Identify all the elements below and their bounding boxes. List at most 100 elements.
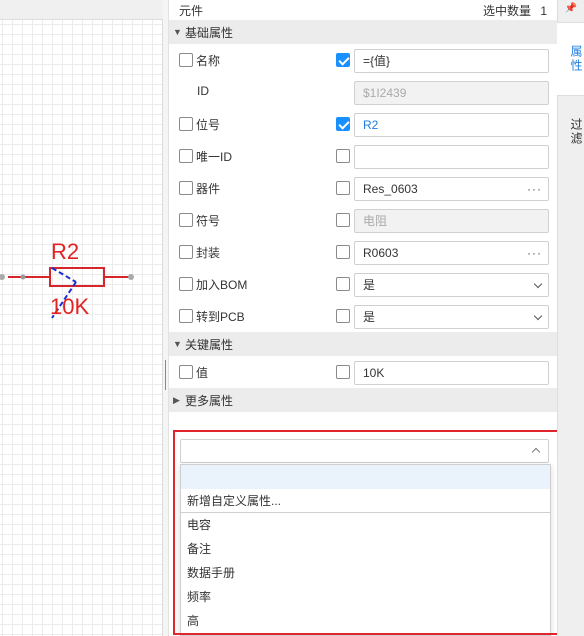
property-input[interactable]: R0603 ··· xyxy=(354,241,549,265)
property-input: $1I2439 xyxy=(354,81,549,105)
component-ref-label: R2 xyxy=(51,239,79,264)
resistor-body xyxy=(49,267,105,287)
selection-count-label: 选中数量 xyxy=(482,3,531,18)
show-value-checkbox[interactable] xyxy=(336,277,350,291)
property-value: 是 xyxy=(363,278,376,292)
tab-properties[interactable]: 属性 xyxy=(557,22,584,96)
show-name-checkbox[interactable] xyxy=(179,53,193,67)
basic-properties: 名称 ={值} ID $1I2439 位号 R2 唯一ID 器件 Res_0603 ··· 符号 电阻… xyxy=(169,44,557,332)
property-row: 转到PCB 是 xyxy=(169,300,557,332)
property-input[interactable]: 10K xyxy=(354,361,549,385)
dropdown-option[interactable]: 电容 xyxy=(181,513,550,537)
property-panel: 元件 选中数量 1 ▼ 基础属性 名称 ={值} ID $1I2439 位号 R2 唯一ID… xyxy=(169,0,557,636)
selection-count: 选中数量 1 xyxy=(477,2,547,19)
property-label: 加入BOM xyxy=(196,278,248,292)
expand-icon[interactable]: ▶ xyxy=(173,395,185,406)
property-input[interactable] xyxy=(354,145,549,169)
property-input[interactable]: R2 xyxy=(354,113,549,137)
key-properties: 值 10K xyxy=(169,356,557,388)
section-key-title: 关键属性 xyxy=(185,337,234,352)
component-value-label: 10K xyxy=(50,294,89,319)
add-custom-property-option[interactable]: 新增自定义属性... xyxy=(181,489,550,513)
show-name-checkbox[interactable] xyxy=(179,309,193,323)
property-value: 电阻 xyxy=(363,214,388,228)
chevron-down-icon[interactable] xyxy=(533,311,543,321)
property-input[interactable]: Res_0603 ··· xyxy=(354,177,549,201)
section-basic[interactable]: ▼ 基础属性 xyxy=(169,20,557,44)
selection-count-value: 1 xyxy=(540,3,547,18)
dropdown-option[interactable]: 高 xyxy=(181,609,550,633)
property-dropdown-list[interactable]: 新增自定义属性... 电容 备注 数据手册 频率高 xyxy=(180,464,551,636)
property-value: 是 xyxy=(363,310,376,324)
property-value: Res_0603 xyxy=(363,182,418,196)
add-property-select[interactable] xyxy=(180,439,549,463)
show-name-checkbox[interactable] xyxy=(179,365,193,379)
property-label: 值 xyxy=(196,366,209,380)
show-value-checkbox[interactable] xyxy=(336,181,350,195)
section-key[interactable]: ▼ 关键属性 xyxy=(169,332,557,356)
section-more[interactable]: ▶ 更多属性 xyxy=(169,388,557,412)
chevron-up-icon[interactable] xyxy=(531,447,541,457)
property-label: 器件 xyxy=(196,182,221,196)
splitter-grip[interactable] xyxy=(165,360,168,390)
schematic-canvas[interactable]: R2 10K xyxy=(0,0,163,636)
dropdown-option[interactable]: 备注 xyxy=(181,537,550,561)
property-row: 值 10K xyxy=(169,356,557,388)
show-name-checkbox[interactable] xyxy=(179,117,193,131)
pin-icon[interactable]: 📌 xyxy=(558,0,584,22)
panel-title: 元件 xyxy=(179,3,204,18)
show-name-checkbox[interactable] xyxy=(179,181,193,195)
property-row: 加入BOM 是 xyxy=(169,268,557,300)
show-value-checkbox[interactable] xyxy=(336,53,350,67)
property-input: 电阻 xyxy=(354,209,549,233)
property-row: 位号 R2 xyxy=(169,108,557,140)
property-value: $1I2439 xyxy=(363,86,407,100)
property-select[interactable]: 是 xyxy=(354,305,549,329)
property-input[interactable]: ={值} xyxy=(354,49,549,73)
show-value-checkbox[interactable] xyxy=(336,245,350,259)
show-value-checkbox[interactable] xyxy=(336,117,350,131)
dropdown-option[interactable]: 频率 xyxy=(181,585,550,609)
pin-end-right xyxy=(128,274,134,280)
show-name-checkbox[interactable] xyxy=(179,213,193,227)
section-basic-title: 基础属性 xyxy=(185,25,234,40)
show-name-checkbox[interactable] xyxy=(179,245,193,259)
property-value: R0603 xyxy=(363,246,399,260)
property-value: 10K xyxy=(363,366,385,380)
property-row: 名称 ={值} xyxy=(169,44,557,76)
show-value-checkbox[interactable] xyxy=(336,365,350,379)
property-label: 转到PCB xyxy=(196,310,245,324)
show-name-checkbox[interactable] xyxy=(179,277,193,291)
dropdown-option[interactable]: 数据手册 xyxy=(181,561,550,585)
dropdown-option[interactable] xyxy=(181,465,550,489)
panel-header: 元件 选中数量 1 xyxy=(169,0,557,20)
property-row: 封装 R0603 ··· xyxy=(169,236,557,268)
collapse-icon[interactable]: ▼ xyxy=(173,339,185,349)
chevron-down-icon[interactable] xyxy=(533,279,543,289)
show-value-checkbox[interactable] xyxy=(336,309,350,323)
show-name-checkbox[interactable] xyxy=(179,149,193,163)
property-label: 唯一ID xyxy=(196,150,233,164)
property-label: 位号 xyxy=(196,118,221,132)
property-row: ID $1I2439 xyxy=(169,76,557,108)
tab-filter[interactable]: 过滤 xyxy=(558,96,584,168)
more-options-icon[interactable]: ··· xyxy=(527,242,542,264)
property-row: 唯一ID xyxy=(169,140,557,172)
property-row: 符号 电阻 xyxy=(169,204,557,236)
schematic-drawing[interactable]: R2 10K xyxy=(0,0,163,636)
property-label: 名称 xyxy=(196,54,221,68)
property-label: 封装 xyxy=(196,246,221,260)
show-value-checkbox[interactable] xyxy=(336,213,350,227)
property-value: R2 xyxy=(363,118,379,132)
property-value: ={值} xyxy=(363,54,391,68)
show-value-checkbox[interactable] xyxy=(336,149,350,163)
pin-left xyxy=(0,274,5,280)
pin-end-left xyxy=(20,274,26,280)
collapse-icon[interactable]: ▼ xyxy=(173,27,185,37)
property-label: 符号 xyxy=(196,214,221,228)
more-options-icon[interactable]: ··· xyxy=(527,178,542,200)
property-row: 器件 Res_0603 ··· xyxy=(169,172,557,204)
selection-mark-1 xyxy=(51,267,77,283)
property-select[interactable]: 是 xyxy=(354,273,549,297)
side-tabs: 📌 属性 过滤 xyxy=(557,0,584,636)
